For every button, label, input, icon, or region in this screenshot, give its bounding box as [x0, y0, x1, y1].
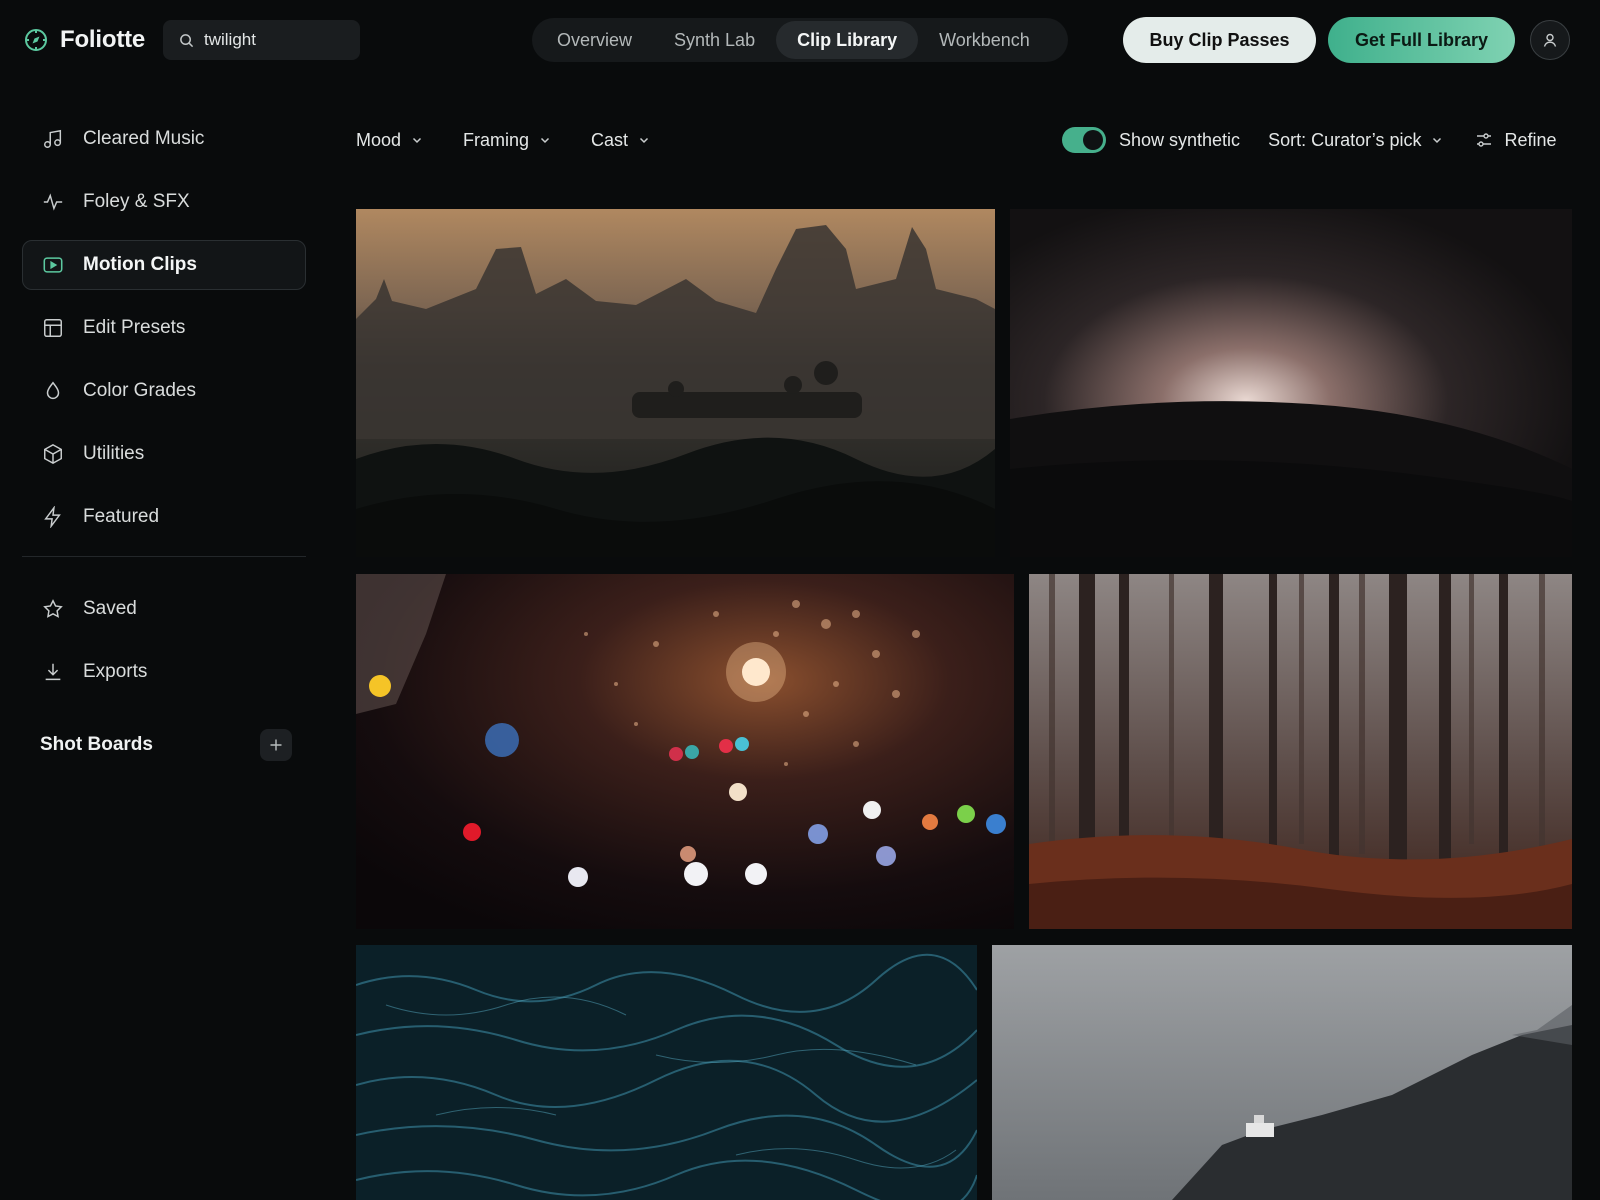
sidebar-item-exports[interactable]: Exports	[22, 647, 306, 697]
sort-dropdown[interactable]: Sort: Curator’s pick	[1268, 130, 1443, 151]
play-icon	[43, 257, 63, 273]
get-full-library-button[interactable]: Get Full Library	[1328, 17, 1515, 63]
sidebar-item-label: Color Grades	[83, 380, 196, 401]
chevron-down-icon	[541, 137, 550, 144]
sidebar-item-label: Saved	[83, 598, 137, 619]
app-name: Foliotte	[60, 26, 146, 53]
search-icon	[180, 33, 194, 47]
shot-boards-label: Shot Boards	[40, 734, 153, 755]
refine-button[interactable]: Refine	[1475, 130, 1556, 151]
sidebar-item-featured[interactable]: Featured	[22, 492, 306, 542]
user-icon	[1543, 33, 1557, 47]
sliders-icon	[1477, 133, 1492, 147]
chevron-down-icon	[1433, 137, 1442, 144]
music-note-icon	[44, 129, 62, 148]
clip-thumbnail[interactable]	[1029, 574, 1572, 929]
tab-workbench[interactable]: Workbench	[918, 21, 1051, 59]
sort-label: Sort: Curator’s pick	[1268, 129, 1422, 150]
foggy-hill-glow-image	[1010, 209, 1572, 557]
cube-icon	[44, 443, 62, 465]
filter-bar: Mood Framing Cast	[356, 122, 650, 158]
tab-synth-lab[interactable]: Synth Lab	[653, 21, 776, 59]
sidebar-item-cleared-music[interactable]: Cleared Music	[22, 114, 306, 164]
sidebar-item-edit-presets[interactable]: Edit Presets	[22, 303, 306, 353]
compass-icon	[25, 29, 47, 51]
show-synthetic-label: Show synthetic	[1119, 129, 1241, 150]
filter-label: Mood	[356, 129, 402, 150]
clip-thumbnail[interactable]	[356, 209, 995, 557]
star-icon	[43, 599, 63, 618]
filter-framing[interactable]: Framing	[463, 130, 551, 151]
filter-label: Cast	[591, 129, 629, 150]
sidebar-item-motion-clips[interactable]: Motion Clips	[22, 240, 306, 290]
chevron-down-icon	[640, 137, 649, 144]
main-nav: Overview Synth Lab Clip Library Workbenc…	[532, 18, 1068, 62]
sidebar-item-label: Utilities	[83, 443, 145, 464]
sidebar-item-foley-sfx[interactable]: Foley & SFX	[22, 177, 306, 227]
show-synthetic-toggle[interactable]	[1062, 127, 1106, 153]
dark-ocean-waves-image	[356, 945, 977, 1200]
sidebar-item-label: Foley & SFX	[83, 191, 190, 212]
layout-icon	[44, 319, 62, 337]
rainy-window-bokeh-image	[356, 574, 1014, 929]
search-box[interactable]	[163, 20, 360, 60]
clip-thumbnail[interactable]	[356, 574, 1014, 929]
sidebar-item-label: Exports	[83, 661, 148, 682]
sidebar-item-label: Featured	[83, 506, 160, 527]
search-input[interactable]	[204, 30, 344, 50]
sidebar-divider	[22, 556, 306, 557]
clip-thumbnail[interactable]	[356, 945, 977, 1200]
app-logo[interactable]: Foliotte	[24, 26, 145, 54]
shot-boards-header: Shot Boards	[22, 727, 306, 763]
misty-cliff-lighthouse-image	[992, 945, 1572, 1200]
view-controls: Show synthetic Sort: Curator’s pick Refi…	[1062, 122, 1574, 158]
bolt-icon	[44, 506, 61, 528]
clip-thumbnail[interactable]	[1010, 209, 1572, 557]
plus-icon	[270, 739, 282, 751]
download-icon	[45, 663, 61, 681]
add-shot-board-button[interactable]	[260, 729, 292, 761]
tab-clip-library[interactable]: Clip Library	[776, 21, 919, 59]
foggy-autumn-forest-image	[1029, 574, 1572, 929]
toggle-knob	[1083, 130, 1103, 150]
waveform-icon	[43, 193, 63, 211]
top-bar: Foliotte Overview Synth Lab Clip Library…	[0, 0, 1600, 80]
sidebar-item-utilities[interactable]: Utilities	[22, 429, 306, 479]
tab-overview[interactable]: Overview	[536, 21, 653, 59]
droplet-icon	[46, 381, 60, 399]
filter-label: Framing	[463, 129, 530, 150]
sidebar-item-label: Motion Clips	[83, 254, 197, 275]
sidebar-item-color-grades[interactable]: Color Grades	[22, 366, 306, 416]
buy-clip-passes-button[interactable]: Buy Clip Passes	[1123, 17, 1316, 63]
filter-mood[interactable]: Mood	[356, 130, 423, 151]
chevron-down-icon	[413, 137, 422, 144]
refine-label: Refine	[1504, 129, 1557, 150]
sidebar: Cleared Music Foley & SFX Motion Clips E…	[22, 114, 306, 763]
sidebar-item-label: Edit Presets	[83, 317, 186, 338]
filter-cast[interactable]: Cast	[591, 130, 650, 151]
sidebar-item-label: Cleared Music	[83, 128, 205, 149]
sidebar-item-saved[interactable]: Saved	[22, 584, 306, 634]
clip-thumbnail[interactable]	[992, 945, 1572, 1200]
avatar[interactable]	[1530, 20, 1570, 60]
misty-lake-boat-image	[356, 209, 995, 557]
